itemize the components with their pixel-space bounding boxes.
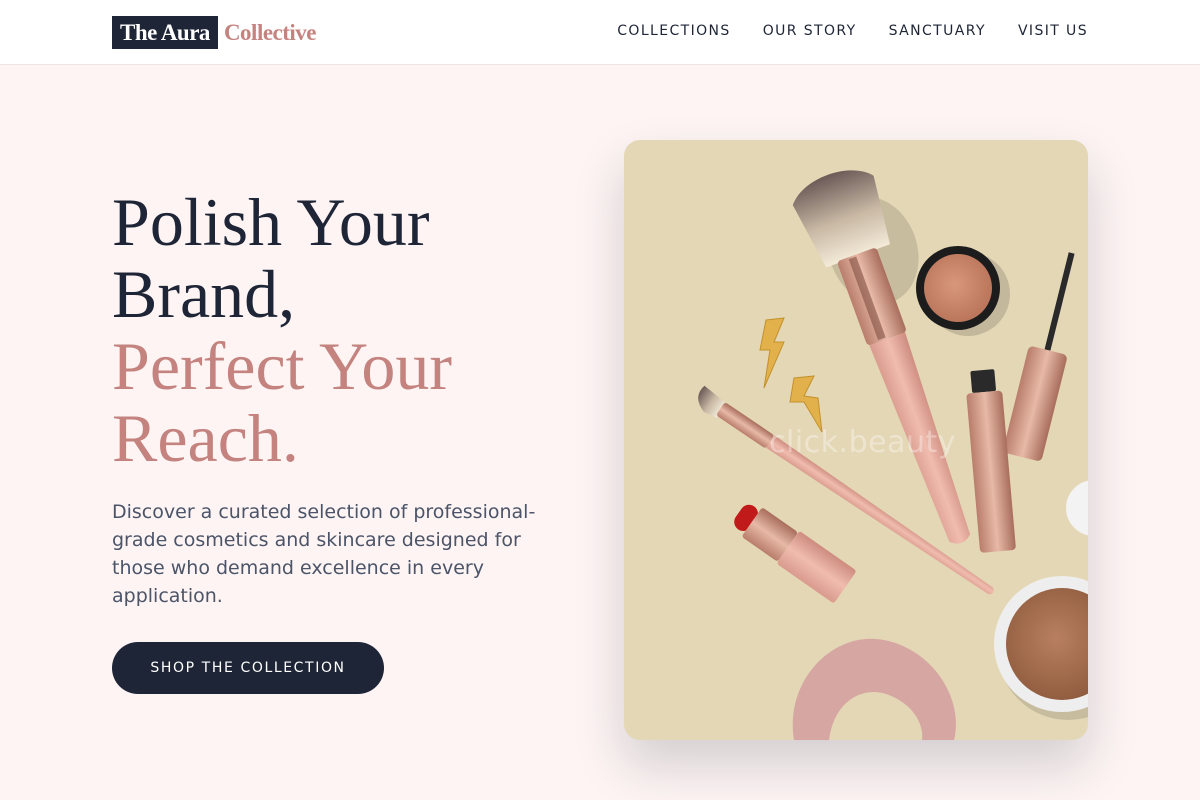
lip-gloss [966,369,1016,553]
nav-item-visit-us[interactable]: VISIT US [1018,22,1088,40]
lipstick [734,504,856,603]
shop-collection-button[interactable]: SHOP THE COLLECTION [112,642,384,694]
hero-title-line-3: Perfect Your [112,328,452,404]
nav-item-our-story[interactable]: OUR STORY [763,22,857,40]
hero-description: Discover a curated selection of professi… [112,501,536,607]
white-compact [1066,480,1088,536]
brand-logo[interactable]: The Aura Collective [112,16,317,49]
site-header: The Aura Collective COLLECTIONS OUR STOR… [0,0,1200,65]
nav-item-collections[interactable]: COLLECTIONS [617,22,730,40]
blush-pot [916,246,1010,336]
hero-title-line-2: Brand, [112,256,296,332]
mascara [1003,252,1075,461]
image-watermark: click.beauty [769,425,956,460]
hero-title-line-1: Polish Your [112,184,430,260]
hero-product-image: click.beauty [624,140,1088,740]
velvet-scrunchie [792,638,956,740]
lightning-earrings [759,317,823,433]
brand-name-primary: The Aura [112,16,218,49]
nav-item-sanctuary[interactable]: SANCTUARY [889,22,986,40]
main-nav: COLLECTIONS OUR STORY SANCTUARY VISIT US [617,22,1088,40]
hero-title: Polish Your Brand, Perfect Your Reach. [112,186,592,474]
hero-title-line-4: Reach. [112,400,299,476]
bronzer-compact [994,576,1088,720]
brand-name-accent: Collective [223,20,317,45]
